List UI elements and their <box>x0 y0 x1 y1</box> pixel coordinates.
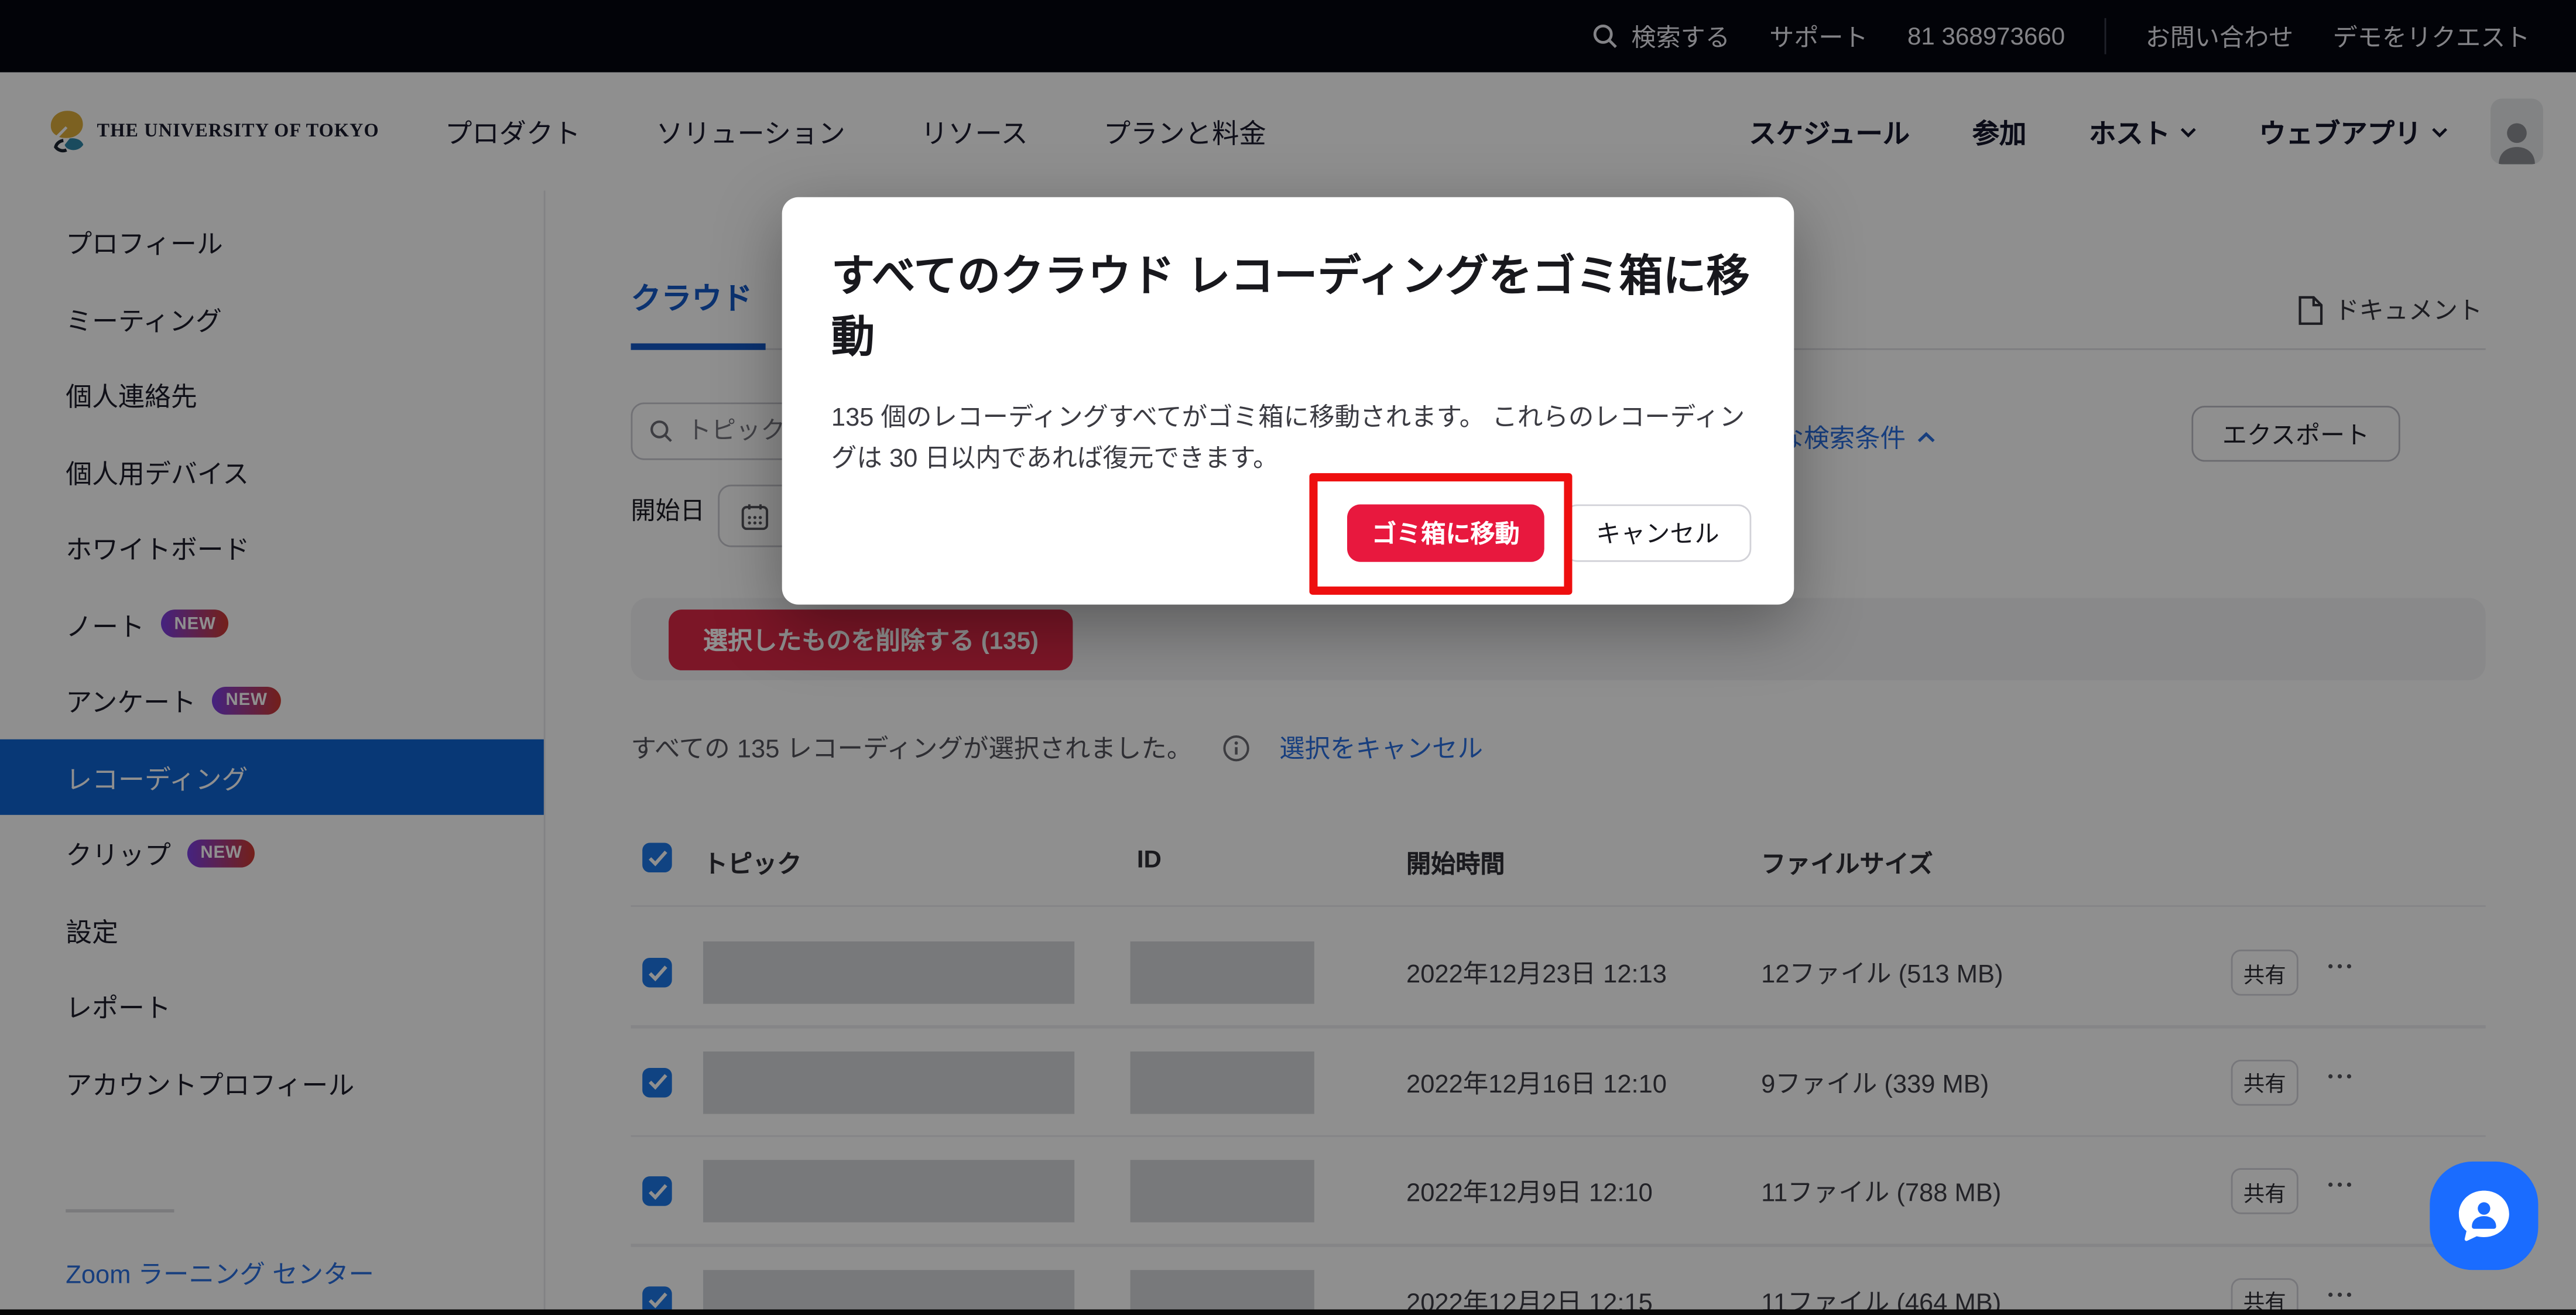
live-chat-button[interactable] <box>2430 1162 2538 1270</box>
dialog-body-text: 135 個のレコーディングすべてがゴミ箱に移動されます。 これらのレコーディング… <box>831 399 1751 480</box>
bottom-edge-strip <box>0 1309 2576 1315</box>
move-to-trash-dialog: すべてのクラウド レコーディングをゴミ箱に移動 135 個のレコーディングすべて… <box>782 197 1794 605</box>
dialog-title: すべてのクラウド レコーディングをゴミ箱に移動 <box>831 246 1758 368</box>
chat-bubble-person-icon <box>2453 1184 2516 1247</box>
cancel-button[interactable]: キャンセル <box>1564 504 1751 561</box>
move-to-trash-button[interactable]: ゴミ箱に移動 <box>1347 504 1544 561</box>
page: 検索する サポート 81 368973660 お問い合わせ デモをリクエスト T… <box>0 0 2576 1315</box>
